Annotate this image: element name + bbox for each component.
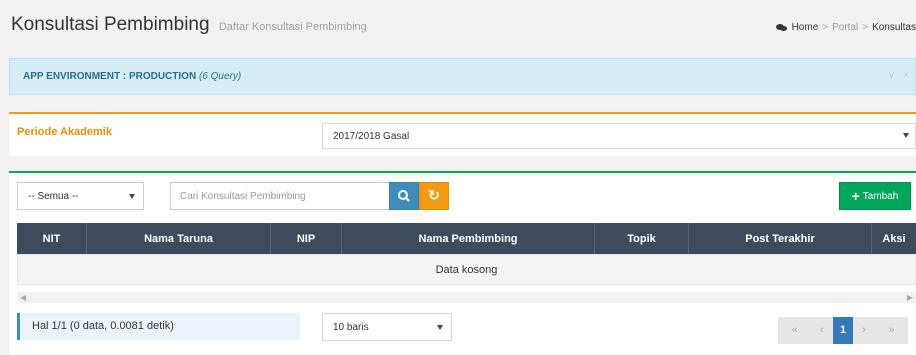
first-page-button[interactable]: « xyxy=(778,317,811,344)
environment-alert: APP ENVIRONMENT : PRODUCTION (6 Query) ∨… xyxy=(9,58,916,95)
column-header-post-terakhir[interactable]: Post Terakhir xyxy=(689,223,872,254)
scroll-left-icon[interactable]: ◀ xyxy=(20,292,26,303)
refresh-icon: ↻ xyxy=(428,187,440,203)
column-header-nama-taruna[interactable]: Nama Taruna xyxy=(87,223,271,254)
alert-tools: ∨ × xyxy=(888,70,909,81)
breadcrumb-separator-icon: > xyxy=(822,22,829,33)
environment-label: APP ENVIRONMENT : PRODUCTION xyxy=(23,71,197,82)
chevron-down-icon[interactable]: ∨ xyxy=(888,70,895,81)
pagination: « ‹ 1 › » xyxy=(778,317,908,344)
search-placeholder: Cari Konsultasi Pembimbing xyxy=(180,191,306,202)
breadcrumb: Home > Portal > Konsultas xyxy=(775,22,916,33)
periode-select[interactable]: 2017/2018 Gasal xyxy=(322,123,916,149)
page-1-button[interactable]: 1 xyxy=(833,317,853,344)
comments-icon xyxy=(775,23,788,32)
page-title: Konsultasi Pembimbing Daftar Konsultasi … xyxy=(11,14,367,36)
search-icon xyxy=(398,190,410,202)
horizontal-scrollbar[interactable]: ◀ ▶ xyxy=(17,292,916,303)
add-button[interactable]: + Tambah xyxy=(839,182,911,210)
filter-select[interactable]: -- Semua -- xyxy=(17,182,144,210)
refresh-button[interactable]: ↻ xyxy=(419,182,449,210)
periode-label: Periode Akademik xyxy=(17,126,112,138)
page-info: Hal 1/1 (0 data, 0.0081 detik) xyxy=(17,313,300,340)
rows-per-page-value: 10 baris xyxy=(333,322,369,333)
add-button-label: Tambah xyxy=(862,190,899,202)
caret-down-icon xyxy=(903,133,909,138)
search-button[interactable] xyxy=(389,182,419,210)
next-page-button[interactable]: › xyxy=(853,317,875,344)
last-page-button[interactable]: » xyxy=(875,317,908,344)
column-header-nip[interactable]: NIP xyxy=(271,223,342,254)
page-subtitle: Daftar Konsultasi Pembimbing xyxy=(218,21,367,33)
scroll-right-icon[interactable]: ▶ xyxy=(907,292,913,303)
breadcrumb-separator-icon: > xyxy=(862,22,869,33)
page-header: Konsultasi Pembimbing Daftar Konsultasi … xyxy=(0,0,916,50)
table-header: NIT Nama Taruna NIP Nama Pembimbing Topi… xyxy=(17,223,916,254)
search-input[interactable]: Cari Konsultasi Pembimbing xyxy=(170,182,390,210)
close-icon[interactable]: × xyxy=(903,70,909,81)
plus-icon: + xyxy=(851,188,860,204)
data-card: -- Semua -- Cari Konsultasi Pembimbing ↻… xyxy=(9,171,916,355)
query-count: (6 Query) xyxy=(198,71,242,82)
prev-page-button[interactable]: ‹ xyxy=(811,317,833,344)
column-header-topik[interactable]: Topik xyxy=(595,223,689,254)
column-header-aksi: Aksi xyxy=(882,232,906,245)
periode-select-value: 2017/2018 Gasal xyxy=(333,131,410,142)
breadcrumb-home[interactable]: Home xyxy=(792,22,819,33)
breadcrumb-current: Konsultas xyxy=(872,22,916,33)
page-title-text: Konsultasi Pembimbing xyxy=(11,14,210,35)
caret-down-icon xyxy=(129,194,135,199)
environment-alert-text: APP ENVIRONMENT : PRODUCTION (6 Query) xyxy=(23,71,241,82)
column-header-nit[interactable]: NIT xyxy=(17,223,87,254)
data-table: NIT Nama Taruna NIP Nama Pembimbing Topi… xyxy=(17,223,916,285)
periode-card: Periode Akademik 2017/2018 Gasal xyxy=(9,112,916,156)
column-header-nama-pembimbing[interactable]: Nama Pembimbing xyxy=(342,223,595,254)
table-empty-row: Data kosong xyxy=(17,254,916,285)
breadcrumb-portal[interactable]: Portal xyxy=(832,22,858,33)
rows-per-page-select[interactable]: 10 baris xyxy=(322,313,452,341)
caret-down-icon xyxy=(437,325,443,330)
filter-select-value: -- Semua -- xyxy=(28,191,79,202)
